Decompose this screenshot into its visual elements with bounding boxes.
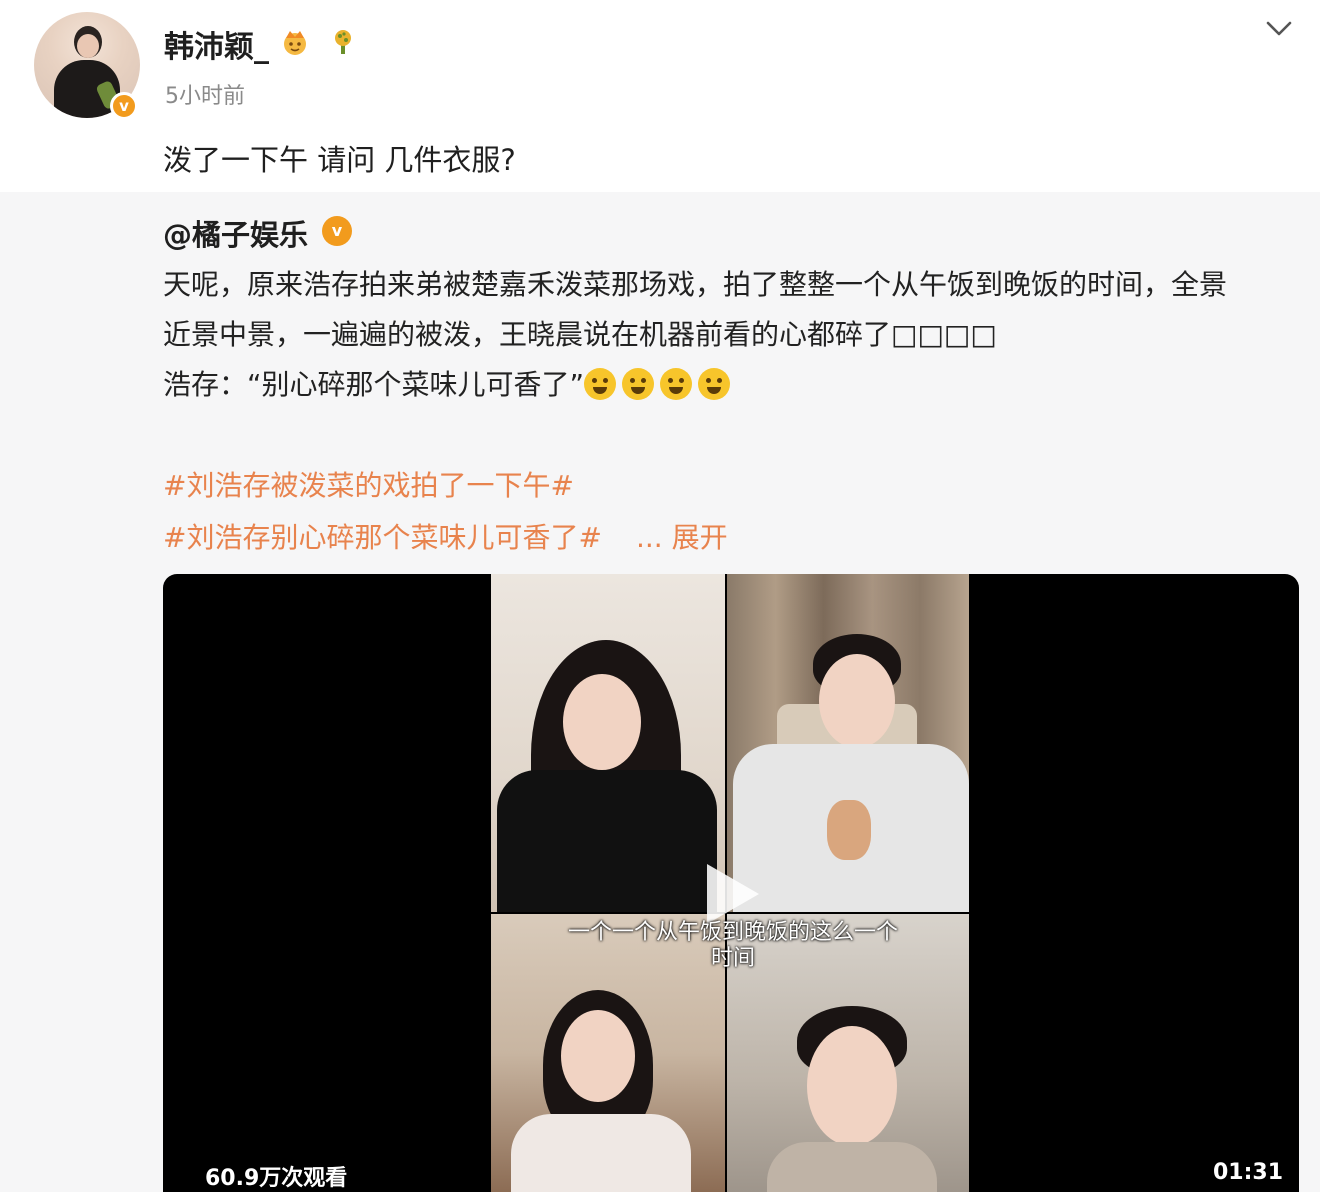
chevron-down-icon[interactable]	[1264, 18, 1294, 40]
plant-icon	[335, 30, 351, 54]
person-face	[561, 1010, 635, 1102]
subtitle-line-1: 一个一个从午饭到晚饭的这么一个	[567, 920, 898, 945]
repost-author[interactable]: @橘子娱乐	[163, 212, 308, 254]
video-tile-1	[491, 574, 725, 912]
repost-text-line-2: 近景中景，一遍遍的被泼，王晓晨说在机器前看的心都碎了□□□□	[163, 318, 997, 351]
post-text: 泼了一下午 请问 几件衣服?	[163, 143, 516, 177]
laugh-cry-emoji	[584, 368, 617, 400]
person-shirt	[511, 1114, 691, 1192]
person-shirt	[497, 770, 717, 912]
verified-icon: v	[322, 216, 352, 246]
post-timestamp: 5小时前	[165, 84, 245, 109]
repost-text-line-1: 天呢，原来浩存拍来弟被楚嘉禾泼菜那场戏，拍了整整一个从午饭到晚饭的时间，全景	[163, 268, 1228, 301]
post-username[interactable]: 韩沛颖_	[164, 22, 269, 66]
avatar-face	[77, 34, 99, 58]
person-face	[807, 1026, 897, 1146]
video-player[interactable]: 一个一个从午饭到晚饭的这么一个 时间 60.9万次观看 01:31	[163, 574, 1299, 1192]
crown-icon	[284, 31, 306, 55]
quote-text: 浩存：“别心碎那个菜味儿可香了”	[163, 368, 585, 401]
person-face	[819, 654, 895, 748]
video-duration: 01:31	[1213, 1160, 1284, 1185]
person-shirt	[767, 1142, 937, 1192]
hashtag-link[interactable]: #刘浩存别心碎那个菜味儿可香了#	[163, 516, 602, 556]
person-face	[563, 674, 641, 770]
laugh-cry-emoji	[622, 368, 655, 400]
subtitle-line-2: 时间	[710, 946, 755, 971]
video-subtitle: 一个一个从午饭到晚饭的这么一个 时间	[503, 920, 963, 972]
view-count: 60.9万次观看	[205, 1166, 348, 1191]
expand-link[interactable]: ... 展开	[636, 516, 728, 556]
video-tile-2	[727, 574, 969, 912]
dog-print	[827, 800, 871, 860]
laugh-cry-emoji	[698, 368, 731, 400]
laugh-cry-emoji	[660, 368, 693, 400]
repost-text-line-3: 浩存：“别心碎那个菜味儿可香了”	[163, 363, 736, 403]
hashtag-link[interactable]: #刘浩存被泼菜的戏拍了一下午#	[163, 464, 574, 504]
verified-icon: v	[110, 92, 138, 120]
weibo-post: v 韩沛颖_ 5小时前 泼了一下午 请问 几件衣服?	[0, 0, 1320, 192]
play-icon[interactable]	[699, 860, 763, 928]
